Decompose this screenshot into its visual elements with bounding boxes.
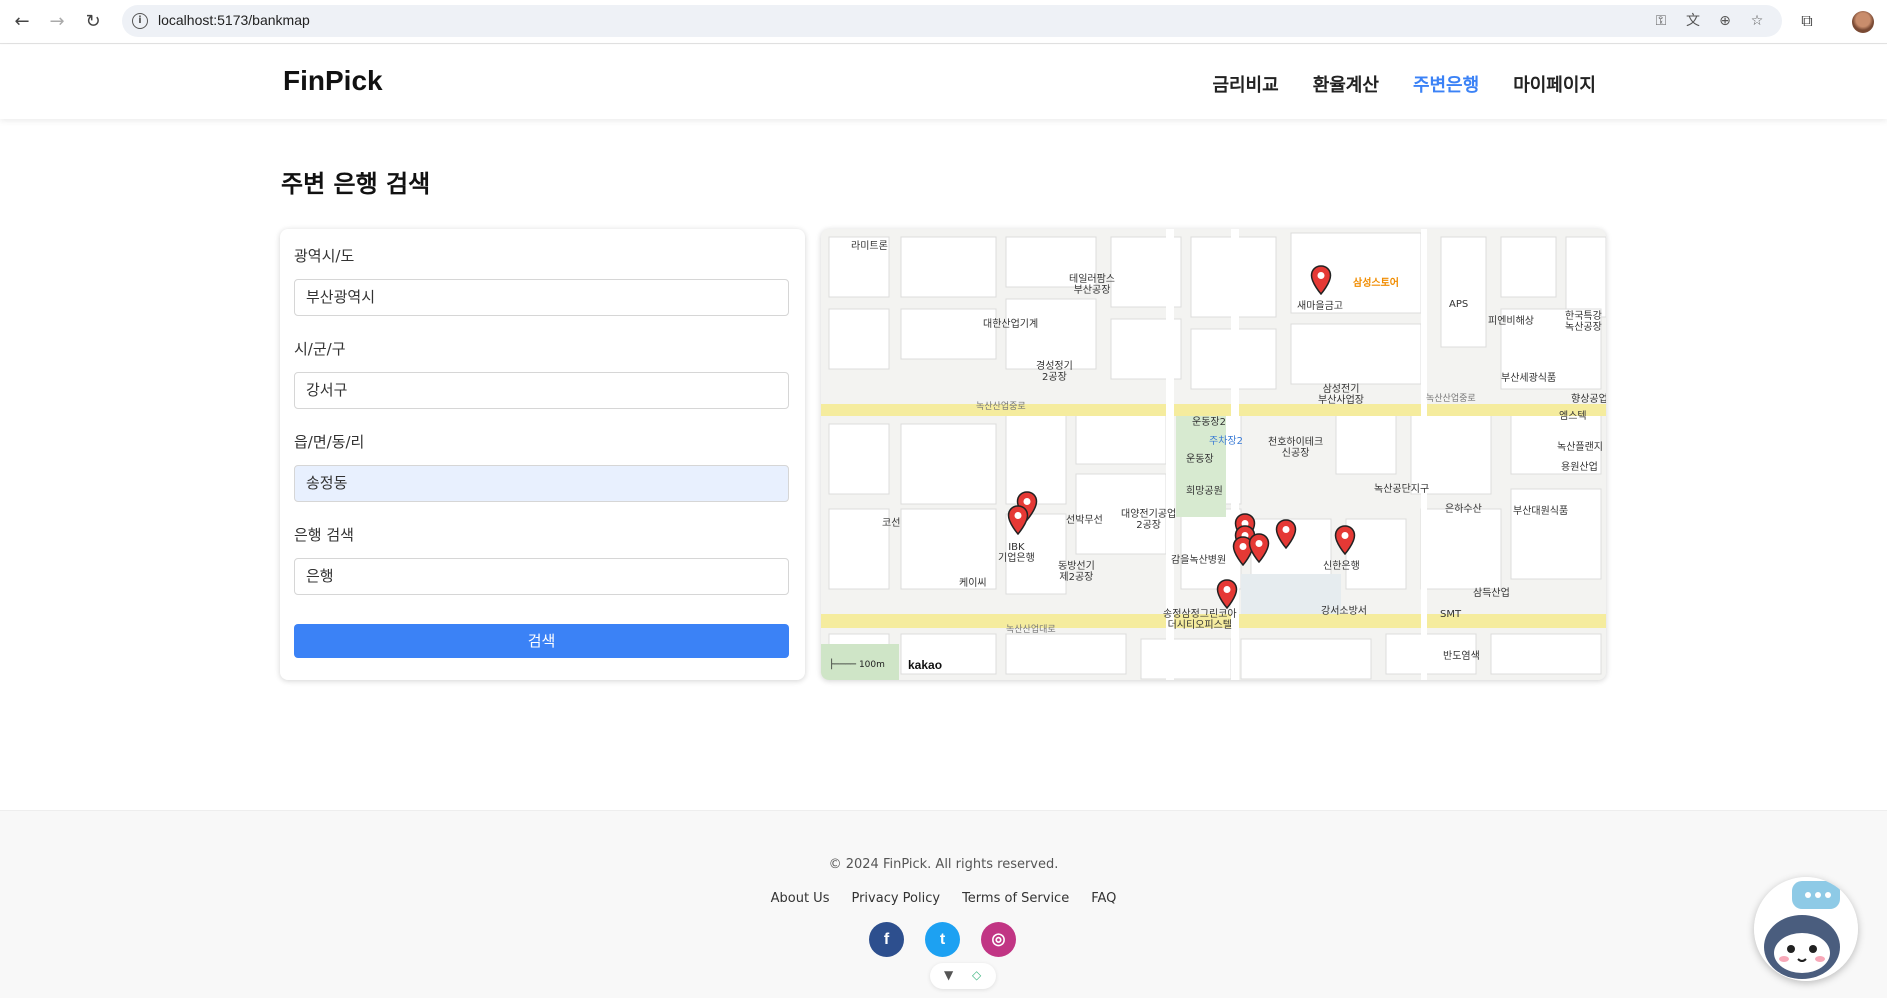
- map-place-label: 삼득산업: [1473, 588, 1510, 599]
- url-text[interactable]: localhost:5173/bankmap: [158, 12, 310, 28]
- copyright: © 2024 FinPick. All rights reserved.: [828, 857, 1059, 872]
- profile-avatar[interactable]: [1852, 11, 1874, 33]
- map-place-label: SMT: [1440, 609, 1462, 620]
- map-place-label: 운동장: [1186, 454, 1214, 465]
- page-title: 주변 은행 검색: [281, 170, 431, 198]
- map-place-label: 엠스텍: [1559, 411, 1587, 422]
- bank-pin-marker[interactable]: [1216, 579, 1238, 609]
- chatbot-mascot-icon: [1754, 877, 1858, 981]
- map-place-label: 삼성전기 부산사업장: [1318, 384, 1364, 406]
- main-nav: 금리비교 환율계산 주변은행 마이페이지: [1212, 71, 1596, 97]
- bank-pin-marker[interactable]: [1248, 533, 1270, 563]
- map-place-label: 라미트론: [851, 241, 888, 252]
- map-place-label: 부산대원식품: [1513, 506, 1569, 517]
- footer-link-terms[interactable]: Terms of Service: [962, 891, 1069, 906]
- map-road-label: 녹산산업대로: [1006, 625, 1056, 635]
- nav-mypage[interactable]: 마이페이지: [1513, 71, 1596, 97]
- bank-map[interactable]: 라미트론 테일러팜스 부산공장 삼성스토어 새마을금고 APS 피엔비해상 한국…: [821, 229, 1606, 680]
- translate-icon[interactable]: 文: [1684, 12, 1702, 30]
- forward-icon[interactable]: →: [45, 10, 69, 34]
- bank-pin-marker[interactable]: [1007, 505, 1029, 535]
- password-key-icon[interactable]: ⚿: [1652, 12, 1670, 30]
- search-button[interactable]: 검색: [294, 624, 789, 658]
- reload-icon[interactable]: ↻: [81, 10, 105, 34]
- map-place-label: 대한산업기계: [983, 319, 1039, 330]
- bank-search-label: 은행 검색: [294, 526, 354, 544]
- map-place-label: 삼성스토어: [1353, 278, 1399, 289]
- nav-rate-compare[interactable]: 금리비교: [1212, 71, 1278, 97]
- facebook-icon[interactable]: f: [869, 922, 904, 957]
- map-place-label: 신한은행: [1323, 561, 1360, 572]
- site-info-icon[interactable]: i: [132, 13, 148, 29]
- bank-pin-marker[interactable]: [1310, 265, 1332, 295]
- map-place-label: 대양전기공업 2공장: [1121, 509, 1177, 531]
- nav-exchange-calc[interactable]: 환율계산: [1313, 71, 1379, 97]
- footer-link-privacy[interactable]: Privacy Policy: [851, 891, 940, 906]
- logo[interactable]: FinPick: [283, 65, 383, 97]
- map-place-label: 동방선기 제2공장: [1058, 561, 1095, 583]
- map-place-label: 피엔비해상: [1488, 316, 1534, 327]
- footer-links: About Us Privacy Policy Terms of Service…: [0, 891, 1887, 906]
- bank-pin-marker[interactable]: [1334, 525, 1356, 555]
- footer-link-about[interactable]: About Us: [771, 891, 830, 906]
- address-bar[interactable]: i localhost:5173/bankmap ⚿ 文 ⊕ ☆: [122, 5, 1782, 37]
- map-place-label: 테일러팜스 부산공장: [1069, 274, 1115, 296]
- map-place-label: 새마을금고: [1297, 301, 1343, 312]
- map-place-label: 선박무선: [1066, 515, 1103, 526]
- footer: © 2024 FinPick. All rights reserved. Abo…: [0, 810, 1887, 998]
- bookmark-star-icon[interactable]: ☆: [1748, 12, 1766, 30]
- vue-devtools-icon: ▼: [944, 968, 954, 982]
- map-place-label: 송정삼정그린코아 더시티오피스텔: [1163, 609, 1237, 631]
- footer-link-faq[interactable]: FAQ: [1091, 891, 1116, 906]
- map-place-label: 주차장2: [1209, 436, 1243, 447]
- map-place-label: 용원산업: [1561, 462, 1598, 473]
- map-place-label: 천호하이테크 신공장: [1268, 437, 1324, 459]
- district-select[interactable]: 강서구: [294, 372, 789, 409]
- map-place-label: 운동장2: [1192, 417, 1226, 428]
- map-place-label: 녹산플랜지: [1557, 442, 1603, 453]
- map-place-label: 감을녹산병원: [1171, 555, 1227, 566]
- town-select[interactable]: 송정동: [294, 465, 789, 502]
- back-icon[interactable]: ←: [10, 10, 34, 34]
- map-place-label: 케이씨: [959, 578, 987, 589]
- map-place-label: 반도염색: [1443, 651, 1480, 662]
- map-place-label: 강서소방서: [1321, 606, 1367, 617]
- bank-pin-marker[interactable]: [1275, 519, 1297, 549]
- map-place-label: IBK 기업은행: [998, 542, 1035, 564]
- town-label: 읍/면/동/리: [294, 433, 365, 451]
- kakao-logo: kakao: [908, 658, 943, 672]
- map-place-label: 한국특강 녹산공장: [1565, 311, 1602, 333]
- map-place-label: 코선: [882, 518, 901, 529]
- chatbot-button[interactable]: [1754, 877, 1858, 981]
- twitter-icon[interactable]: t: [925, 922, 960, 957]
- map-road-label: 녹산산업중로: [976, 402, 1026, 412]
- search-panel: 광역시/도 부산광역시 시/군/구 강서구 읍/면/동/리 송정동 은행 검색 …: [280, 229, 805, 680]
- zoom-icon[interactable]: ⊕: [1716, 12, 1734, 30]
- map-place-label: APS: [1449, 299, 1469, 310]
- region-label: 광역시/도: [294, 247, 355, 265]
- map-place-label: 녹산공단지구: [1374, 484, 1430, 495]
- map-road-label: 녹산산업중로: [1426, 394, 1476, 404]
- map-place-label: 희망공원: [1186, 486, 1223, 497]
- devtools-badge[interactable]: ▼ ◇: [930, 963, 996, 989]
- nav-nearby-banks[interactable]: 주변은행: [1413, 71, 1479, 97]
- map-scale: ├──── 100m: [829, 660, 885, 670]
- map-place-label: 향상공업: [1571, 394, 1606, 405]
- map-place-label: 부산세광식품: [1501, 373, 1557, 384]
- browser-toolbar: ← → ↻ i localhost:5173/bankmap ⚿ 文 ⊕ ☆ ⧉: [0, 0, 1887, 44]
- instagram-icon[interactable]: ◎: [981, 922, 1016, 957]
- map-place-label: 은하수산: [1445, 504, 1482, 515]
- region-select[interactable]: 부산광역시: [294, 279, 789, 316]
- vite-icon: ◇: [972, 968, 982, 982]
- app-header: FinPick 금리비교 환율계산 주변은행 마이페이지: [0, 45, 1887, 119]
- map-place-label: 경성정기 2공장: [1036, 361, 1073, 383]
- district-label: 시/군/구: [294, 340, 346, 358]
- bank-search-input[interactable]: 은행: [294, 558, 789, 595]
- extensions-icon[interactable]: ⧉: [1797, 11, 1817, 31]
